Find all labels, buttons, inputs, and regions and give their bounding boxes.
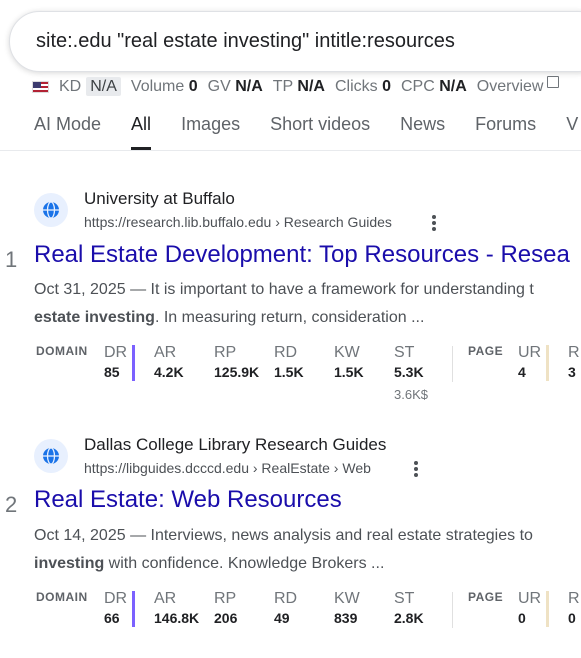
page-label: PAGE	[468, 590, 504, 604]
volume-value: 0	[188, 78, 198, 95]
dr-bar	[132, 345, 135, 381]
tab-ai-mode[interactable]: AI Mode	[34, 110, 101, 150]
tab-short-videos[interactable]: Short videos	[270, 110, 370, 150]
snippet-text: . In measuring return, consideration ...	[154, 309, 425, 326]
r-label: R	[568, 590, 580, 607]
rank-number: 1	[5, 247, 18, 272]
globe-icon[interactable]	[34, 193, 68, 227]
result-title-link[interactable]: Real Estate Development: Top Resources -…	[34, 241, 570, 269]
overview-label: Overview	[476, 78, 544, 95]
dr-label: DR	[104, 344, 128, 361]
kd-label: KD	[59, 78, 82, 95]
clicks-label: Clicks	[334, 78, 378, 95]
dr-bar	[132, 591, 135, 627]
ar-value: 4.2K	[154, 364, 184, 380]
r-label: R	[568, 344, 580, 361]
ar-label: AR	[154, 344, 177, 361]
tab-videos[interactable]: V	[566, 110, 578, 150]
kw-value: 1.5K	[334, 364, 364, 380]
more-vert-icon[interactable]	[414, 461, 418, 479]
tab-news[interactable]: News	[400, 110, 445, 150]
page-label: PAGE	[468, 344, 504, 358]
ur-label: UR	[518, 344, 542, 361]
ur-value: 4	[518, 364, 526, 380]
search-box[interactable]: site:.edu "real estate investing" intitl…	[9, 11, 581, 72]
tp-label: TP	[272, 78, 293, 95]
rd-label: RD	[274, 344, 298, 361]
external-link-icon	[547, 76, 560, 88]
clicks-value: 0	[382, 78, 391, 95]
cpc-label: CPC	[400, 78, 435, 95]
site-name[interactable]: University at Buffalo	[84, 189, 235, 209]
tp-value: N/A	[297, 78, 325, 95]
kw-label: KW	[334, 344, 360, 361]
rd-value: 1.5K	[274, 364, 304, 380]
tab-images[interactable]: Images	[181, 110, 240, 150]
snippet-line: Oct 14, 2025 — Interviews, news analysis…	[34, 527, 533, 544]
volume-label: Volume	[130, 78, 185, 95]
kw-label: KW	[334, 590, 360, 607]
dr-value: 85	[104, 364, 120, 380]
st-value: 5.3K	[394, 364, 424, 380]
st-label: ST	[394, 344, 415, 361]
metrics-divider	[452, 592, 453, 628]
site-url[interactable]: https://research.lib.buffalo.edu › Resea…	[84, 214, 392, 230]
rank-number: 2	[5, 492, 18, 517]
overview-link[interactable]: Overview	[476, 76, 560, 96]
us-flag-icon	[32, 81, 49, 93]
r-value: 3	[568, 364, 576, 380]
gv-label: GV	[207, 78, 231, 95]
gv-value: N/A	[235, 78, 263, 95]
rd-label: RD	[274, 590, 298, 607]
snippet-highlight: estate investing	[34, 309, 155, 326]
tab-all[interactable]: All	[131, 110, 152, 150]
rp-label: RP	[214, 590, 237, 607]
snippet-highlight: investing	[34, 555, 105, 572]
domain-label: DOMAIN	[36, 344, 88, 358]
more-vert-icon[interactable]	[432, 215, 436, 233]
result-title-link[interactable]: Real Estate: Web Resources	[34, 486, 342, 514]
search-tabs: AI Mode All Images Short videos News For…	[34, 110, 581, 150]
metrics-divider	[452, 346, 453, 382]
site-name[interactable]: Dallas College Library Research Guides	[84, 435, 386, 455]
ur-label: UR	[518, 590, 542, 607]
ur-bar	[546, 345, 549, 381]
ar-label: AR	[154, 590, 177, 607]
seo-metrics-bar: KD N/A Volume 0 GV N/A TP N/A Clicks 0 CP…	[32, 76, 560, 98]
tabs-divider	[0, 150, 581, 151]
snippet-line: Oct 31, 2025 — It is important to have a…	[34, 281, 534, 298]
result-snippet: Oct 14, 2025 — Interviews, news analysis…	[34, 522, 581, 578]
kd-value: N/A	[86, 77, 121, 96]
search-input[interactable]: site:.edu "real estate investing" intitl…	[36, 30, 455, 53]
rp-label: RP	[214, 344, 237, 361]
tab-forums[interactable]: Forums	[475, 110, 536, 150]
dr-label: DR	[104, 590, 128, 607]
result-snippet: Oct 31, 2025 — It is important to have a…	[34, 276, 581, 332]
ur-bar	[546, 591, 549, 627]
globe-icon[interactable]	[34, 439, 68, 473]
rp-value: 125.9K	[214, 364, 260, 380]
cpc-value: N/A	[439, 78, 467, 95]
snippet-text: with confidence. Knowledge Brokers ...	[104, 555, 385, 572]
st-label: ST	[394, 590, 415, 607]
domain-label: DOMAIN	[36, 590, 88, 604]
st-value-sub: 3.6K$	[394, 387, 428, 402]
site-url[interactable]: https://libguides.dcccd.edu › RealEstate…	[84, 460, 371, 476]
